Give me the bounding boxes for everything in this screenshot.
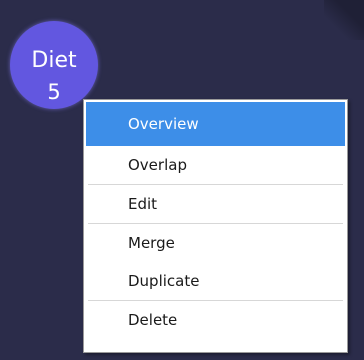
node-label: Diet	[31, 48, 77, 73]
menu-item-overview[interactable]: Overview	[86, 102, 345, 146]
diet-node[interactable]: Diet 5	[10, 21, 98, 109]
menu-item-merge[interactable]: Merge	[86, 224, 345, 262]
menu-item-duplicate[interactable]: Duplicate	[86, 262, 345, 300]
context-menu: Overview Overlap Edit Merge Duplicate De…	[83, 99, 348, 353]
menu-item-overlap[interactable]: Overlap	[86, 146, 345, 184]
background-corner-shade	[324, 0, 364, 40]
menu-item-delete[interactable]: Delete	[86, 301, 345, 339]
menu-item-edit[interactable]: Edit	[86, 185, 345, 223]
